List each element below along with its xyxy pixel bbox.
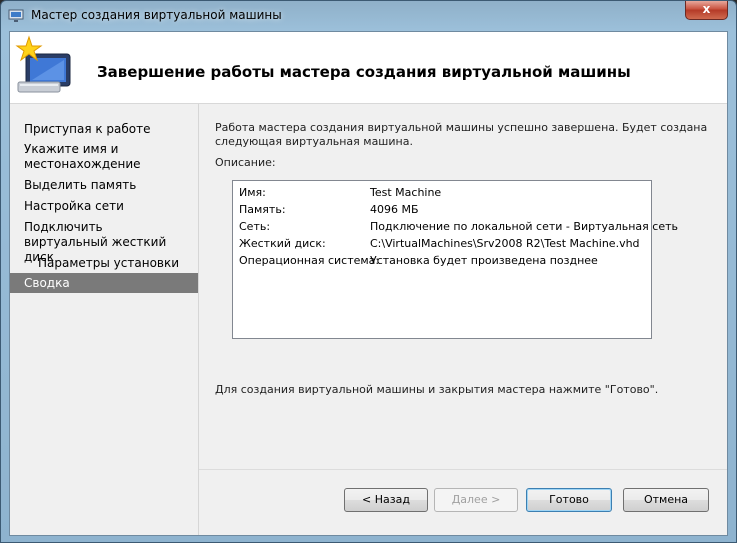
wizard-content: Работа мастера создания виртуальной маши… [199,104,727,469]
nav-item-install-options[interactable]: Параметры установки [10,256,198,271]
nav-item-memory[interactable]: Выделить память [10,178,198,193]
nav-item-summary[interactable]: Сводка [10,273,198,293]
finish-instruction: Для создания виртуальной машины и закрыт… [215,383,659,396]
summary-box[interactable]: Имя: Test Machine Память: 4096 МБ Сеть: … [232,180,678,339]
summary-key: Память: [239,203,286,216]
nav-item-network[interactable]: Настройка сети [10,199,198,214]
nav-item-getting-started[interactable]: Приступая к работе [10,122,198,137]
close-button[interactable]: x [685,1,728,20]
wizard-window: Мастер создания виртуальной машины x Зав… [0,0,737,543]
wizard-client-area: Завершение работы мастера создания вирту… [9,31,728,536]
summary-value: Подключение по локальной сети - Виртуаль… [370,220,678,233]
summary-value: C:\VirtualMachines\Srv2008 R2\Test Machi… [370,237,640,250]
title-bar[interactable]: Мастер создания виртуальной машины x [1,1,736,31]
completion-message: Работа мастера создания виртуальной маши… [215,121,708,148]
wizard-header: Завершение работы мастера создания вирту… [10,32,727,104]
page-title: Завершение работы мастера создания вирту… [97,63,631,81]
description-label: Описание: [215,156,276,169]
next-button[interactable]: Далее > [434,488,518,512]
nav-item-name-location[interactable]: Укажите имя и местонахождение [10,142,180,172]
finish-button[interactable]: Готово [526,488,612,512]
summary-key: Жесткий диск: [239,237,326,250]
wizard-monitor-star-icon [15,35,71,93]
summary-value: Установка будет произведена позднее [370,254,598,267]
summary-key: Имя: [239,186,266,199]
summary-value: Test Machine [370,186,442,199]
window-title: Мастер создания виртуальной машины [31,8,282,22]
cancel-button[interactable]: Отмена [623,488,709,512]
wizard-steps-nav: Приступая к работе Укажите имя и местона… [10,104,199,535]
button-separator [199,469,727,470]
hyperv-app-icon [8,9,24,22]
summary-key: Операционная система: [239,254,380,267]
close-icon: x [702,2,711,16]
summary-value: 4096 МБ [370,203,419,216]
summary-key: Сеть: [239,220,271,233]
back-button[interactable]: < Назад [344,488,428,512]
